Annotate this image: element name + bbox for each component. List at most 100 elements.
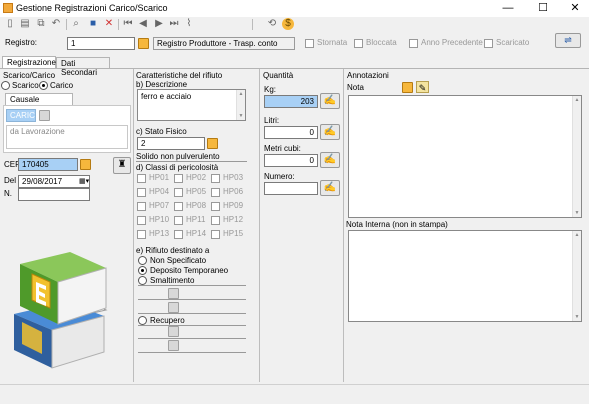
- descrizione-value: ferro e acciaio: [141, 92, 192, 101]
- stamp-icon[interactable]: ♜: [113, 157, 131, 174]
- nota-lookup-button[interactable]: [402, 82, 413, 93]
- non-specificato-label: Non Specificato: [150, 256, 207, 265]
- title-bar: Gestione Registrazioni Carico/Scarico — …: [0, 0, 589, 17]
- nota-interna-label: Nota Interna (non in stampa): [346, 220, 448, 229]
- litri-label: Litri:: [264, 116, 280, 125]
- descrizione-textarea[interactable]: ferro e acciaio ▲ ▼: [137, 89, 246, 121]
- next-record-icon[interactable]: ▶: [153, 18, 165, 30]
- eraser-icon[interactable]: ✎: [416, 81, 429, 93]
- numero-label: Numero:: [264, 172, 295, 181]
- recupero-radio[interactable]: [138, 316, 147, 325]
- calculator-icon-litri[interactable]: ✍: [320, 124, 340, 140]
- deposito-temporaneo-radio[interactable]: [138, 266, 147, 275]
- class-hp09-checkbox[interactable]: [211, 202, 220, 211]
- new-icon[interactable]: ▯: [4, 18, 16, 30]
- quantita-title: Quantità: [263, 71, 294, 80]
- class-hp15-checkbox[interactable]: [211, 230, 220, 239]
- kg-input[interactable]: 203: [264, 95, 318, 108]
- class-hp08-label: HP08: [186, 201, 207, 210]
- money-icon[interactable]: $: [282, 18, 294, 30]
- metri-cubi-input[interactable]: 0: [264, 154, 318, 167]
- cer-input[interactable]: 170405: [18, 158, 78, 171]
- scaricato-label: Scaricato: [496, 38, 530, 47]
- non-specificato-radio[interactable]: [138, 256, 147, 265]
- stato-fisico-lookup-button[interactable]: [207, 138, 218, 149]
- class-hp03-checkbox[interactable]: [211, 174, 220, 183]
- refresh-icon[interactable]: ⟲: [266, 18, 278, 30]
- cer-lookup-button[interactable]: [80, 159, 91, 170]
- stato-fisico-input[interactable]: 2: [137, 137, 205, 150]
- undo-icon[interactable]: ↶: [50, 18, 62, 30]
- calculator-icon-metri[interactable]: ✍: [320, 152, 340, 168]
- scaricato-checkbox[interactable]: [484, 39, 493, 48]
- registro-input[interactable]: 1: [67, 37, 135, 50]
- minimize-button[interactable]: —: [494, 0, 522, 17]
- descrizione-scrollbar[interactable]: ▲ ▼: [236, 90, 245, 120]
- class-hp03-label: HP03: [223, 173, 244, 182]
- n-input[interactable]: [18, 188, 90, 201]
- prev-record-icon[interactable]: ◀: [137, 18, 149, 30]
- class-hp09-label: HP09: [223, 201, 244, 210]
- class-hp14-checkbox[interactable]: [174, 230, 183, 239]
- scarico-radio[interactable]: [1, 81, 10, 90]
- class-hp06-checkbox[interactable]: [211, 188, 220, 197]
- bloccata-checkbox[interactable]: [354, 39, 363, 48]
- nota-interna-textarea[interactable]: ▲ ▼: [348, 230, 582, 322]
- class-hp07-label: HP07: [149, 201, 170, 210]
- nota-textarea[interactable]: ▲ ▼: [348, 95, 582, 218]
- stato-fisico-label: c) Stato Fisico: [136, 127, 187, 136]
- recupero-lookup-button-2[interactable]: [168, 340, 179, 351]
- class-hp05-checkbox[interactable]: [174, 188, 183, 197]
- recupero-lookup-button[interactable]: [168, 326, 179, 337]
- delete-icon[interactable]: ✕: [103, 18, 115, 30]
- causale-lookup-button[interactable]: [39, 110, 50, 121]
- nota-scrollbar[interactable]: ▲ ▼: [572, 96, 581, 217]
- causale-code[interactable]: CARICO: [6, 109, 36, 122]
- class-hp02-label: HP02: [186, 173, 207, 182]
- smaltimento-radio[interactable]: [138, 276, 147, 285]
- class-hp10-label: HP10: [149, 215, 170, 224]
- class-hp12-label: HP12: [223, 215, 244, 224]
- class-hp02-checkbox[interactable]: [174, 174, 183, 183]
- class-hp11-checkbox[interactable]: [174, 216, 183, 225]
- nota-interna-scrollbar[interactable]: ▲ ▼: [572, 231, 581, 321]
- close-button[interactable]: ✕: [561, 0, 589, 17]
- search-icon[interactable]: ⌕: [70, 18, 82, 30]
- class-hp13-checkbox[interactable]: [137, 230, 146, 239]
- stato-fisico-description: Solido non pulverulento: [136, 152, 220, 161]
- class-hp13-label: HP13: [149, 229, 170, 238]
- nota-label: Nota: [347, 83, 364, 92]
- registro-lookup-button[interactable]: [138, 38, 149, 49]
- smaltimento-lookup-button-2[interactable]: [168, 302, 179, 313]
- last-record-icon[interactable]: ⏭: [168, 18, 180, 30]
- calculator-icon-numero[interactable]: ✍: [320, 180, 340, 196]
- attach-icon[interactable]: ⌇: [183, 18, 195, 30]
- class-hp04-label: HP04: [149, 187, 170, 196]
- class-hp12-checkbox[interactable]: [211, 216, 220, 225]
- deposito-temporaneo-label: Deposito Temporaneo: [150, 266, 229, 275]
- status-bar: [0, 384, 589, 404]
- maximize-button[interactable]: ☐: [529, 0, 557, 17]
- carico-radio[interactable]: [39, 81, 48, 90]
- class-hp07-checkbox[interactable]: [137, 202, 146, 211]
- anno-precedente-checkbox[interactable]: [409, 39, 418, 48]
- numero-input[interactable]: [264, 182, 318, 195]
- edit-icon[interactable]: ▤: [19, 18, 31, 30]
- class-hp01-checkbox[interactable]: [137, 174, 146, 183]
- class-hp05-label: HP05: [186, 187, 207, 196]
- descrizione-label: b) Descrizione: [136, 80, 188, 89]
- class-hp04-checkbox[interactable]: [137, 188, 146, 197]
- window-title: Gestione Registrazioni Carico/Scarico: [16, 3, 168, 13]
- calendar-dropdown-icon[interactable]: ▦▾: [79, 177, 89, 185]
- smaltimento-lookup-button[interactable]: [168, 288, 179, 299]
- calculator-icon-kg[interactable]: ✍: [320, 93, 340, 109]
- save-icon[interactable]: ■: [87, 18, 99, 30]
- destinato-label: e) Rifiuto destinato a: [136, 246, 210, 255]
- class-hp10-checkbox[interactable]: [137, 216, 146, 225]
- copy-icon[interactable]: ⧉: [35, 18, 47, 30]
- litri-input[interactable]: 0: [264, 126, 318, 139]
- share-icon[interactable]: ⇌: [555, 33, 581, 48]
- class-hp08-checkbox[interactable]: [174, 202, 183, 211]
- first-record-icon[interactable]: ⏮: [122, 18, 134, 30]
- stornata-checkbox[interactable]: [305, 39, 314, 48]
